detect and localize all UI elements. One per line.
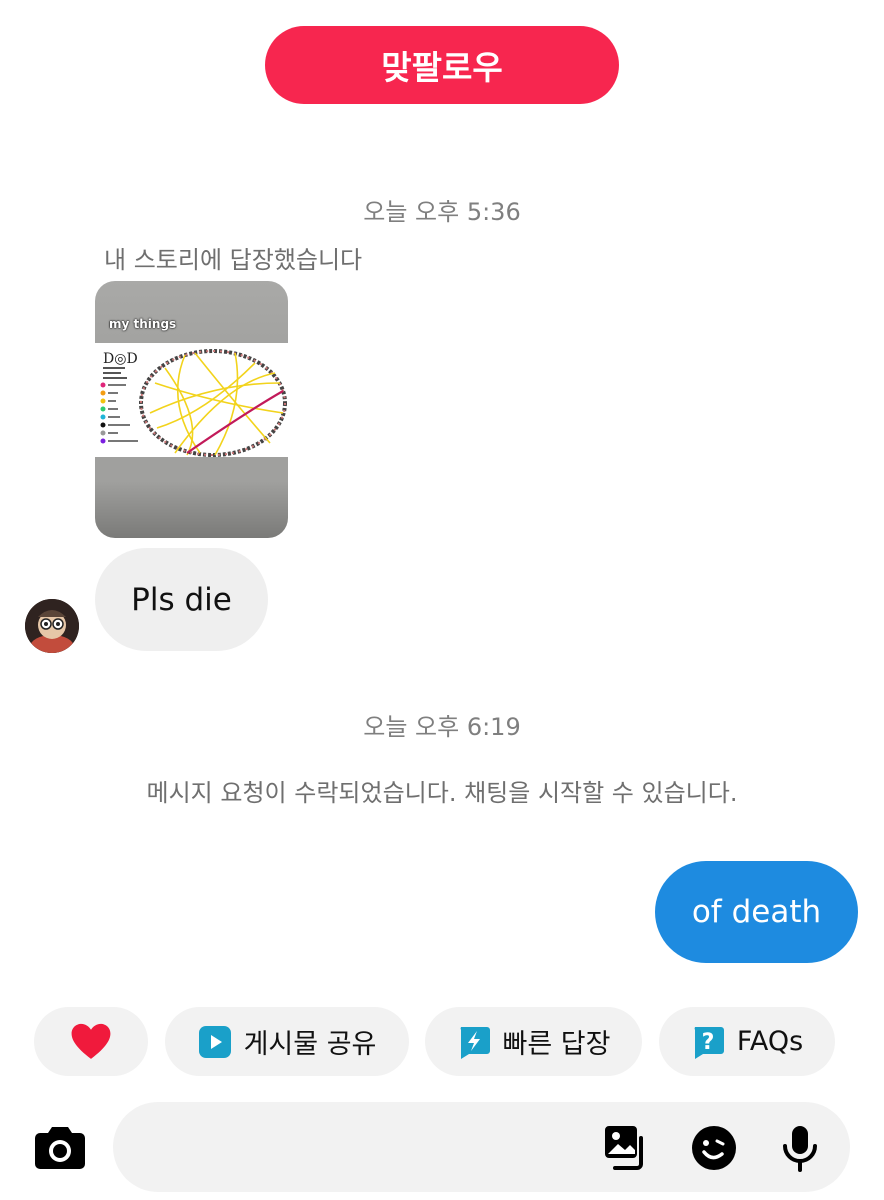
follow-back-button[interactable]: 맞팔로우 [265,26,619,104]
outgoing-message-bubble[interactable]: of death [655,861,858,963]
sticker-button[interactable] [690,1124,738,1172]
story-thumbnail-label: my things [109,317,177,331]
play-icon [198,1025,231,1058]
message-timestamp: 오늘 오후 6:19 [363,713,521,741]
story-diagram-image: D◎D [100,349,287,457]
faqs-chip[interactable]: ? FAQs [659,1007,835,1076]
gallery-button[interactable] [603,1124,651,1172]
sticker-icon [692,1126,736,1170]
quick-reply-chip[interactable]: 빠른 답장 [425,1007,642,1076]
gallery-icon [605,1126,643,1170]
story-thumbnail[interactable]: my things D◎D [95,281,288,538]
heart-reaction-chip[interactable] [34,1007,148,1076]
microphone-button[interactable] [776,1124,824,1172]
message-composer[interactable] [113,1102,850,1192]
request-accepted-note: 메시지 요청이 수락되었습니다. 채팅을 시작할 수 있습니다. [146,779,738,807]
faqs-label: FAQs [736,1026,804,1057]
heart-icon [71,1023,111,1059]
quick-reply-label: 빠른 답장 [502,1029,611,1060]
camera-button[interactable] [34,1124,86,1170]
share-post-label: 게시물 공유 [243,1029,377,1060]
share-post-chip[interactable]: 게시물 공유 [165,1007,409,1076]
sender-avatar[interactable] [25,599,79,653]
microphone-icon [783,1126,817,1172]
svg-text:D◎D: D◎D [103,351,138,367]
story-reply-caption: 내 스토리에 답장했습니다 [104,246,363,274]
incoming-message-bubble[interactable]: Pls die [95,548,268,651]
question-bubble-icon: ? [694,1026,724,1059]
camera-icon [35,1127,85,1169]
message-input[interactable] [133,1122,593,1172]
lightning-bubble-icon [460,1026,490,1059]
svg-text:?: ? [701,1030,714,1055]
message-timestamp: 오늘 오후 5:36 [363,198,521,226]
